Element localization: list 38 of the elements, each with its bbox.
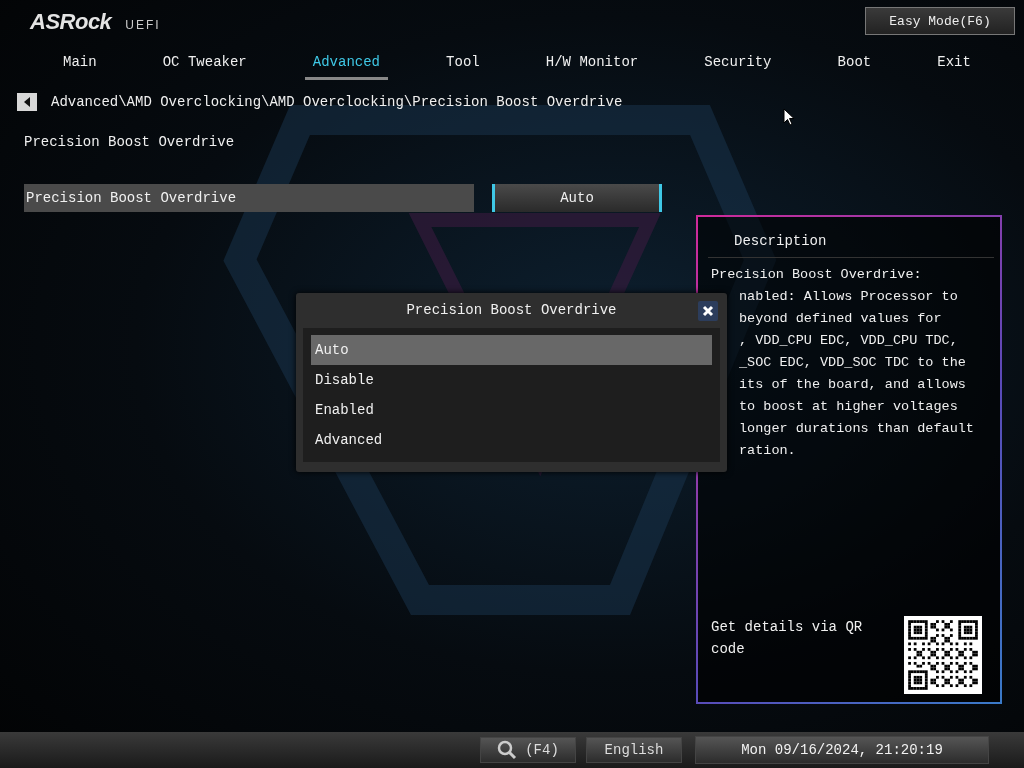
dialog-option[interactable]: Enabled	[311, 395, 712, 425]
breadcrumb-path: Advanced\AMD Overclocking\AMD Overclocking\Precision Boost Overdrive	[51, 94, 623, 110]
close-icon[interactable]	[698, 301, 718, 321]
qr-code-icon	[904, 616, 982, 694]
setting-label[interactable]: Precision Boost Overdrive	[24, 184, 474, 212]
mouse-cursor-icon	[783, 108, 795, 126]
description-text-line: , VDD_CPU EDC, VDD_CPU TDC,	[738, 332, 959, 350]
section-title: Precision Boost Overdrive	[24, 134, 236, 150]
uefi-label: UEFI	[125, 18, 161, 32]
language-button[interactable]: English	[586, 737, 682, 763]
dialog-title: Precision Boost Overdrive	[406, 301, 617, 318]
date-time: Mon 09/16/2024, 21:20:19	[695, 736, 989, 764]
menu-tab[interactable]: Advanced	[304, 42, 389, 80]
search-icon	[497, 740, 518, 760]
menu-tab[interactable]: Main	[55, 42, 105, 80]
brand-logo: ASRock	[30, 9, 112, 35]
setting-value-button[interactable]: Auto	[492, 184, 662, 212]
search-button[interactable]: (F4)	[480, 737, 576, 763]
menu-tab[interactable]: Boot	[829, 42, 880, 80]
description-text-line: to boost at higher voltages	[738, 398, 959, 416]
menu-tab[interactable]: Tool	[438, 42, 488, 80]
menu-tab[interactable]: OC Tweaker	[154, 42, 255, 80]
description-text-line: ration.	[738, 442, 797, 460]
description-text-line: nabled: Allows Processor to	[738, 288, 959, 306]
description-text-line: _SOC EDC, VDD_SOC TDC to the	[738, 354, 967, 372]
description-text-line: beyond defined values for	[738, 310, 943, 328]
qr-caption: Get details via QR code	[711, 618, 864, 659]
description-text-line: its of the board, and allows	[738, 376, 967, 394]
dialog-option[interactable]: Advanced	[311, 425, 712, 455]
description-text-line: Precision Boost Overdrive:	[711, 266, 923, 284]
menu-tab[interactable]: Exit	[929, 42, 979, 80]
description-text-line: longer durations than default	[738, 420, 975, 438]
easy-mode-button[interactable]: Easy Mode(F6)	[865, 7, 1015, 35]
menu-tab[interactable]: H/W Monitor	[537, 42, 647, 80]
dialog-option[interactable]: Disable	[311, 365, 712, 395]
dialog-option[interactable]: Auto	[311, 335, 712, 365]
description-title: Description	[708, 233, 994, 258]
menu-tab[interactable]: Security	[696, 42, 780, 80]
